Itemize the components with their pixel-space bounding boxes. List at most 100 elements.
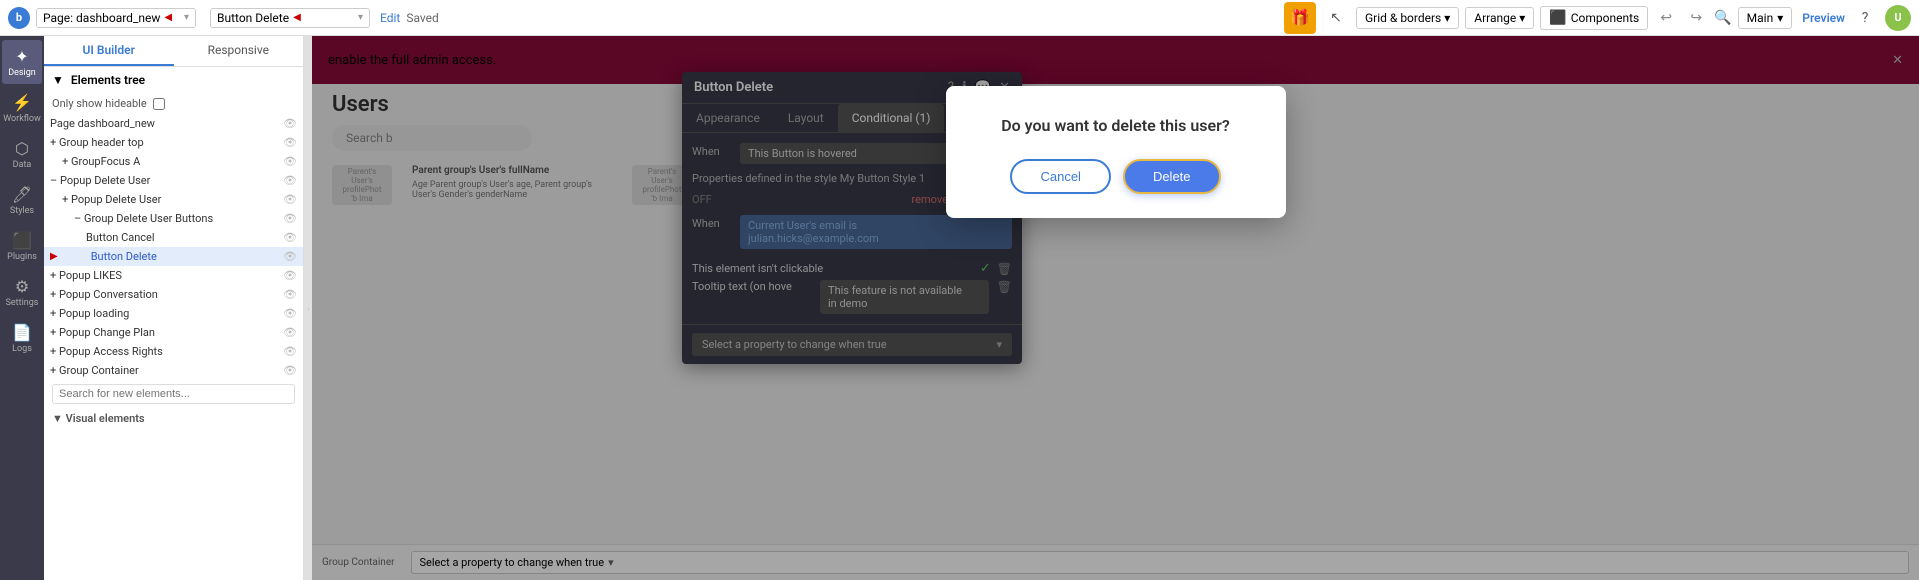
arrange-dropdown[interactable]: Arrange ▾ <box>1465 7 1534 29</box>
tree-item-button-cancel[interactable]: Button Cancel 👁 <box>44 228 303 247</box>
tree-item-group-header[interactable]: + Group header top 👁 <box>44 133 303 152</box>
data-icon: ⬡ <box>15 139 29 158</box>
eye-icon-11[interactable]: 👁 <box>283 307 297 320</box>
groupfocus-label: + GroupFocus A <box>62 155 140 168</box>
modal-title: Do you want to delete this user? <box>970 116 1262 135</box>
group-header-label: + Group header top <box>50 136 144 149</box>
button-dropdown-icon: ▾ <box>358 12 363 23</box>
cursor-icon[interactable]: ↖ <box>1322 4 1350 32</box>
eye-icon-13[interactable]: 👁 <box>283 345 297 358</box>
logo: b <box>8 7 30 29</box>
arrange-label: Arrange <box>1474 11 1516 25</box>
eye-icon-9[interactable]: 👁 <box>283 269 297 282</box>
grid-chevron-icon: ▾ <box>1444 11 1450 25</box>
grid-borders-dropdown[interactable]: Grid & borders ▾ <box>1356 7 1459 29</box>
cube-icon: ⬛ <box>1549 10 1566 26</box>
main-selector[interactable]: Main ▾ <box>1738 7 1793 29</box>
saved-status: Saved <box>406 11 438 25</box>
eye-icon-8[interactable]: 👁 <box>283 250 297 263</box>
help-icon[interactable]: ? <box>1851 4 1879 32</box>
popup-loading-label: + Popup loading <box>50 307 129 320</box>
tree-item-popup-delete-user2[interactable]: + Popup Delete User 👁 <box>44 190 303 209</box>
components-label: Components <box>1571 11 1640 25</box>
eye-icon-14[interactable]: 👁 <box>283 364 297 377</box>
popup-likes-label: + Popup LIKES <box>50 269 122 282</box>
visual-elements-toggle[interactable]: ▼ Visual elements <box>44 408 303 429</box>
tree-title: Elements tree <box>71 73 145 87</box>
redo-icon[interactable]: ↪ <box>1684 6 1708 30</box>
filter-label: Only show hideable <box>52 97 147 110</box>
nav-design[interactable]: ✦ Design <box>2 40 42 84</box>
page-content: enable the full admin access. ✕ Users Se… <box>312 36 1919 580</box>
tree-filter-row: Only show hideable <box>44 93 303 114</box>
eye-icon-6[interactable]: 👁 <box>283 212 297 225</box>
nav-settings[interactable]: ⚙ Settings <box>2 270 42 314</box>
button-selector[interactable]: Button Delete ◀ ▾ <box>210 8 370 28</box>
tab-ui-builder[interactable]: UI Builder <box>44 36 174 66</box>
eye-icon-12[interactable]: 👁 <box>283 326 297 339</box>
tab-responsive[interactable]: Responsive <box>174 36 304 66</box>
main-label: Main <box>1747 11 1774 25</box>
button-cancel-label: Button Cancel <box>86 231 155 244</box>
tree-item-popup-loading[interactable]: + Popup loading 👁 <box>44 304 303 323</box>
elements-tree-panel: UI Builder Responsive ▼ Elements tree On… <box>44 36 304 580</box>
gift-icon[interactable]: 🎁 <box>1284 2 1316 34</box>
modal-cancel-button[interactable]: Cancel <box>1010 159 1110 194</box>
eye-icon-4[interactable]: 👁 <box>283 174 297 187</box>
group-delete-label: – Group Delete User Buttons <box>74 212 213 225</box>
modal-backdrop: Do you want to delete this user? Cancel … <box>312 36 1919 580</box>
page-selector[interactable]: Page: dashboard_new ◀ ▾ <box>36 8 196 28</box>
tree-header-label: ▼ Elements tree <box>52 73 145 87</box>
user-avatar[interactable]: U <box>1885 5 1911 31</box>
undo-icon[interactable]: ↩ <box>1654 6 1678 30</box>
nav-workflow[interactable]: ⚡ Workflow <box>2 86 42 130</box>
styles-icon: 🖊 <box>12 185 32 204</box>
eye-icon-10[interactable]: 👁 <box>283 288 297 301</box>
resize-handle[interactable]: · · · <box>304 36 312 580</box>
search-icon[interactable]: 🔍 <box>1714 10 1731 26</box>
group-container-label: + Group Container <box>50 364 139 377</box>
grid-borders-label: Grid & borders <box>1365 11 1441 25</box>
tree-item-popup-likes[interactable]: + Popup LIKES 👁 <box>44 266 303 285</box>
button-selector-label: Button Delete <box>217 11 289 25</box>
tree-item-popup-delete-user[interactable]: – Popup Delete User 👁 <box>44 171 303 190</box>
nav-data[interactable]: ⬡ Data <box>2 132 42 176</box>
tree-item-popup-change-plan[interactable]: + Popup Change Plan 👁 <box>44 323 303 342</box>
edit-label[interactable]: Edit <box>380 11 400 25</box>
search-elements-input[interactable] <box>52 384 295 404</box>
popup-access-label: + Popup Access Rights <box>50 345 163 358</box>
nav-logs[interactable]: 📄 Logs <box>2 316 42 360</box>
eye-icon[interactable]: 👁 <box>283 117 297 130</box>
button-delete-label: Button Delete <box>91 250 157 263</box>
plugins-icon: ⬛ <box>12 231 32 250</box>
icon-nav: ✦ Design ⚡ Workflow ⬡ Data 🖊 Styles ⬛ Pl… <box>0 36 44 580</box>
search-new-elements <box>44 380 303 408</box>
tree-item-group-container[interactable]: + Group Container 👁 <box>44 361 303 380</box>
filter-checkbox[interactable] <box>153 98 165 110</box>
popup-delete-label: – Popup Delete User <box>50 174 150 187</box>
tree-item-popup-access[interactable]: + Popup Access Rights 👁 <box>44 342 303 361</box>
eye-icon-3[interactable]: 👁 <box>283 155 297 168</box>
tree-item-page[interactable]: Page dashboard_new 👁 <box>44 114 303 133</box>
sidebar-tabs: UI Builder Responsive <box>44 36 303 67</box>
tree-item-popup-convo[interactable]: + Popup Conversation 👁 <box>44 285 303 304</box>
nav-plugins[interactable]: ⬛ Plugins <box>2 224 42 268</box>
tree-collapse-icon[interactable]: ▼ <box>52 73 64 87</box>
popup-delete-label2: + Popup Delete User <box>62 193 161 206</box>
preview-button[interactable]: Preview <box>1802 11 1845 25</box>
arrange-chevron-icon: ▾ <box>1519 11 1525 25</box>
modal-delete-button[interactable]: Delete <box>1123 159 1221 194</box>
eye-icon-7[interactable]: 👁 <box>283 231 297 244</box>
settings-icon: ⚙ <box>15 277 29 296</box>
nav-styles[interactable]: 🖊 Styles <box>2 178 42 222</box>
tree-item-group-delete-buttons[interactable]: – Group Delete User Buttons 👁 <box>44 209 303 228</box>
topbar: b Page: dashboard_new ◀ ▾ Button Delete … <box>0 0 1919 36</box>
tree-panel: Page dashboard_new 👁 + Group header top … <box>44 114 303 580</box>
components-button[interactable]: ⬛ Components <box>1540 6 1648 30</box>
page-dropdown-icon: ▾ <box>184 12 189 23</box>
eye-icon-5[interactable]: 👁 <box>283 193 297 206</box>
delete-modal: Do you want to delete this user? Cancel … <box>946 86 1286 218</box>
eye-icon-2[interactable]: 👁 <box>283 136 297 149</box>
tree-item-groupfocus[interactable]: + GroupFocus A 👁 <box>44 152 303 171</box>
tree-item-button-delete[interactable]: ▶ Button Delete 👁 <box>44 247 303 266</box>
